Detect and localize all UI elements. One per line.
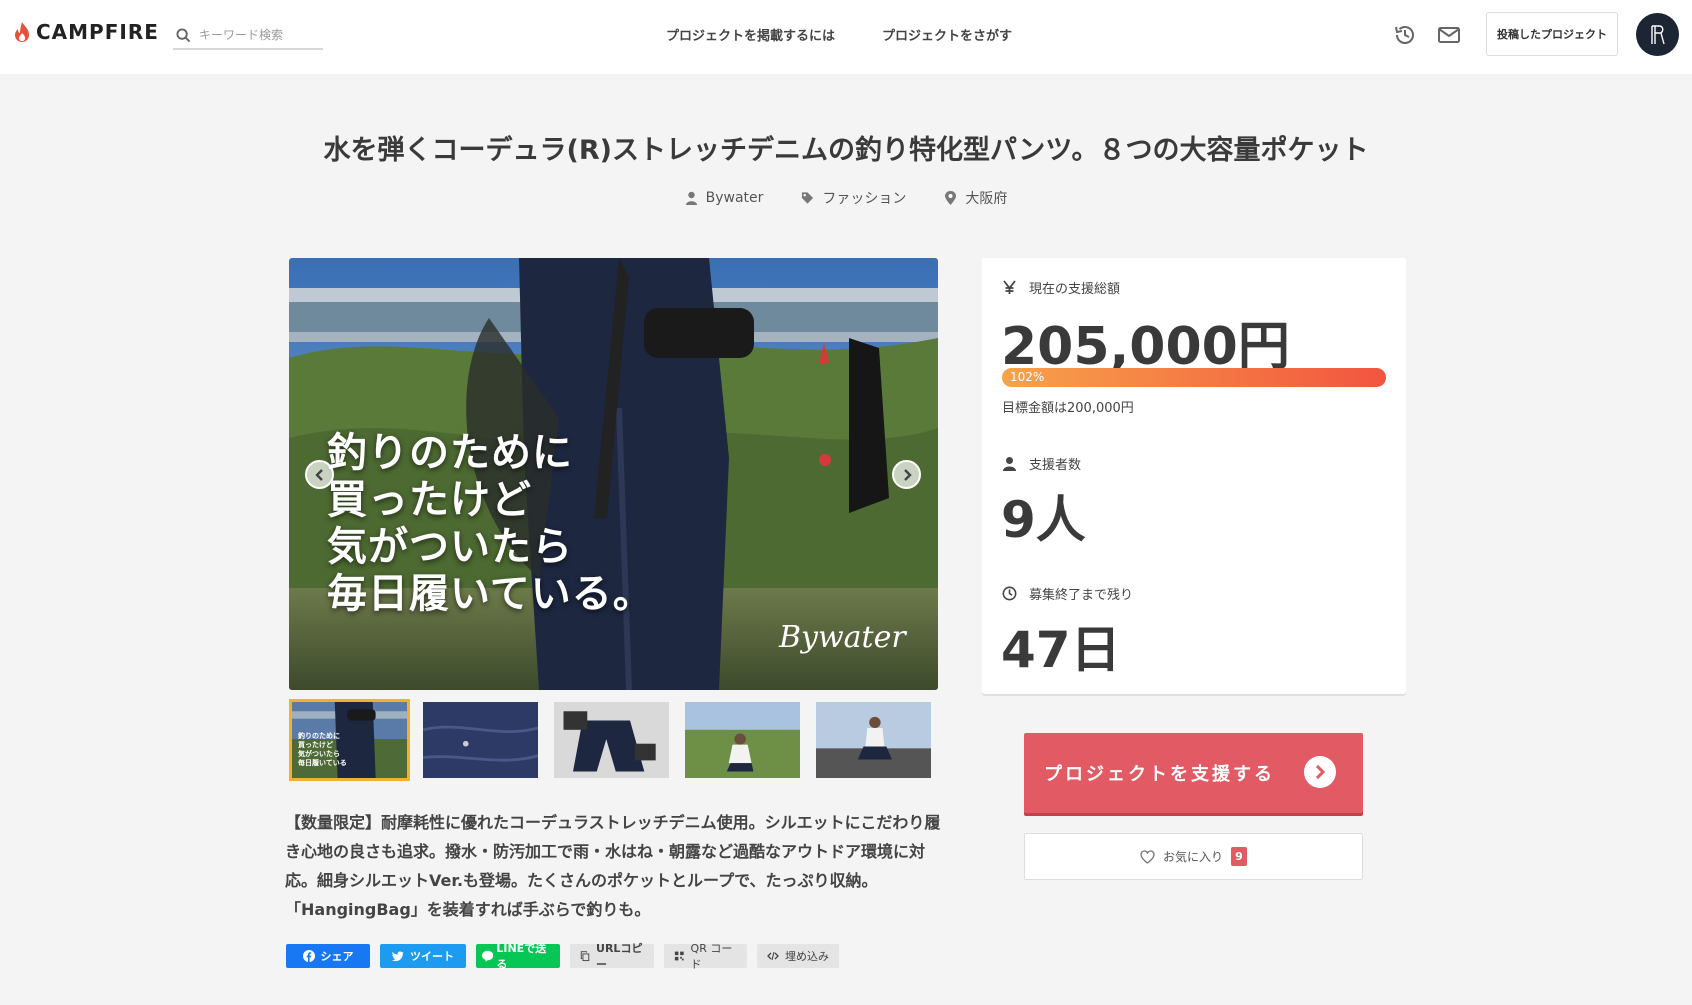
- facebook-icon: [302, 950, 315, 962]
- facebook-share-label: シェア: [320, 950, 354, 963]
- total-amount-label: 現在の支援総額: [1002, 278, 1120, 297]
- thumbnail-image: [423, 702, 538, 778]
- arrow-right-circle-icon: [1304, 756, 1336, 788]
- project-description: 【数量限定】耐摩耗性に優れたコーデュラストレッチデニム使用。シルエットにこだわり…: [285, 813, 941, 919]
- next-image-button[interactable]: [892, 460, 921, 489]
- user-icon: [1003, 457, 1016, 471]
- line-icon: [482, 950, 494, 962]
- search-input[interactable]: [199, 28, 319, 42]
- thumbnail-image: [554, 702, 669, 778]
- hero-caption-text: 釣りのために 買ったけど 気がついたら 毎日履いている。: [327, 430, 654, 617]
- twitter-share-button[interactable]: ツイート: [380, 944, 466, 968]
- thumbnail-5[interactable]: [813, 699, 934, 781]
- flame-icon: [15, 22, 29, 42]
- favorite-count-badge: 9: [1231, 847, 1247, 866]
- support-button-label: プロジェクトを支援する: [1044, 764, 1275, 785]
- share-buttons: シェア ツイート LINEで送る URLコピー QR コード 埋め込み: [286, 942, 839, 971]
- funding-stats-card: 現在の支援総額 205,000円 102% 目標金額は200,000円 支援者数…: [982, 258, 1406, 694]
- thumbnail-3[interactable]: [551, 699, 672, 781]
- remaining-time-label: 募集終了まで残り: [1002, 584, 1133, 603]
- thumbnail-image: [816, 702, 931, 778]
- remaining-days: 47日: [1001, 621, 1121, 679]
- code-icon: [767, 951, 779, 961]
- progress-percent: 102%: [1010, 370, 1045, 384]
- yen-icon: [1003, 280, 1016, 294]
- tag-icon: [802, 192, 814, 204]
- clock-icon: [1002, 586, 1017, 601]
- backers-count: 9人: [1001, 491, 1086, 549]
- thumbnail-2[interactable]: [420, 699, 541, 781]
- user-logo-icon: [1650, 24, 1665, 44]
- owner-link[interactable]: Bywater: [685, 188, 764, 208]
- total-amount-label-text: 現在の支援総額: [1029, 282, 1121, 297]
- owner-name: Bywater: [705, 190, 764, 206]
- thumbnail-caption: 釣りのために 買ったけど 気がついたら 毎日履いている: [298, 732, 347, 767]
- line-share-label: LINEで送る: [496, 942, 547, 971]
- funding-progress-bar: 102%: [1002, 368, 1386, 387]
- location-link[interactable]: 大阪府: [944, 188, 1007, 208]
- backers-label-text: 支援者数: [1029, 458, 1082, 473]
- line-share-button[interactable]: LINEで送る: [476, 942, 560, 971]
- copy-url-button[interactable]: URLコピー: [570, 942, 654, 971]
- campfire-logo[interactable]: CAMPFIRE: [12, 20, 159, 44]
- goal-amount: 目標金額は200,000円: [1002, 401, 1134, 416]
- remaining-time-label-text: 募集終了まで残り: [1029, 588, 1134, 603]
- heart-icon: [1140, 849, 1155, 864]
- history-icon[interactable]: [1392, 22, 1418, 48]
- site-header: CAMPFIRE プロジェクトを掲載するには プロジェクトをさがす 投稿したプロ…: [0, 0, 1692, 74]
- project-title: 水を弾くコーデュラ(R)ストレッチデニムの釣り特化型パンツ。８つの大容量ポケット: [323, 135, 1369, 166]
- thumbnail-4[interactable]: [682, 699, 803, 781]
- mail-icon[interactable]: [1436, 22, 1462, 48]
- search-icon: [176, 27, 191, 42]
- prev-image-button[interactable]: [305, 460, 334, 489]
- embed-label: 埋め込み: [785, 950, 829, 963]
- category-name: ファッション: [822, 191, 907, 207]
- chevron-left-icon: [314, 468, 323, 481]
- embed-button[interactable]: 埋め込み: [757, 944, 839, 968]
- chevron-right-icon: [903, 468, 912, 481]
- favorite-button[interactable]: お気に入り 9: [1024, 833, 1363, 880]
- nav-find-projects[interactable]: プロジェクトをさがす: [882, 25, 1012, 44]
- nav-how-to-post[interactable]: プロジェクトを掲載するには: [666, 25, 835, 44]
- user-icon: [685, 191, 697, 205]
- project-meta: Bywater ファッション 大阪府: [0, 188, 1692, 208]
- backers-label: 支援者数: [1002, 454, 1081, 473]
- support-project-button[interactable]: プロジェクトを支援する: [1024, 733, 1363, 813]
- hero-caption: 釣りのために 買ったけど 気がついたら 毎日履いている。: [327, 430, 654, 618]
- hero-brand-mark: Bywater: [779, 620, 906, 655]
- copy-url-label: URLコピー: [596, 942, 643, 971]
- search-box: [173, 22, 323, 50]
- avatar[interactable]: [1636, 13, 1679, 56]
- twitter-icon: [392, 951, 404, 962]
- thumbnail-strip: 釣りのために 買ったけど 気がついたら 毎日履いている: [289, 699, 934, 781]
- posted-projects-button[interactable]: 投稿したプロジェクト: [1486, 12, 1618, 56]
- facebook-share-button[interactable]: シェア: [286, 944, 370, 968]
- map-pin-icon: [945, 191, 957, 205]
- favorite-label: お気に入り: [1162, 850, 1223, 864]
- category-link[interactable]: ファッション: [801, 188, 906, 208]
- twitter-share-label: ツイート: [410, 950, 454, 963]
- main-image[interactable]: 釣りのために 買ったけど 気がついたら 毎日履いている。 Bywater: [289, 258, 938, 690]
- qr-code-icon: [674, 951, 684, 961]
- qr-code-label: QR コード: [690, 942, 733, 971]
- thumbnail-image: [685, 702, 800, 778]
- thumbnail-1[interactable]: 釣りのために 買ったけど 気がついたら 毎日履いている: [289, 699, 410, 781]
- copy-icon: [580, 951, 590, 962]
- location-name: 大阪府: [965, 191, 1008, 207]
- logo-text: CAMPFIRE: [36, 20, 159, 44]
- qr-code-button[interactable]: QR コード: [664, 942, 747, 971]
